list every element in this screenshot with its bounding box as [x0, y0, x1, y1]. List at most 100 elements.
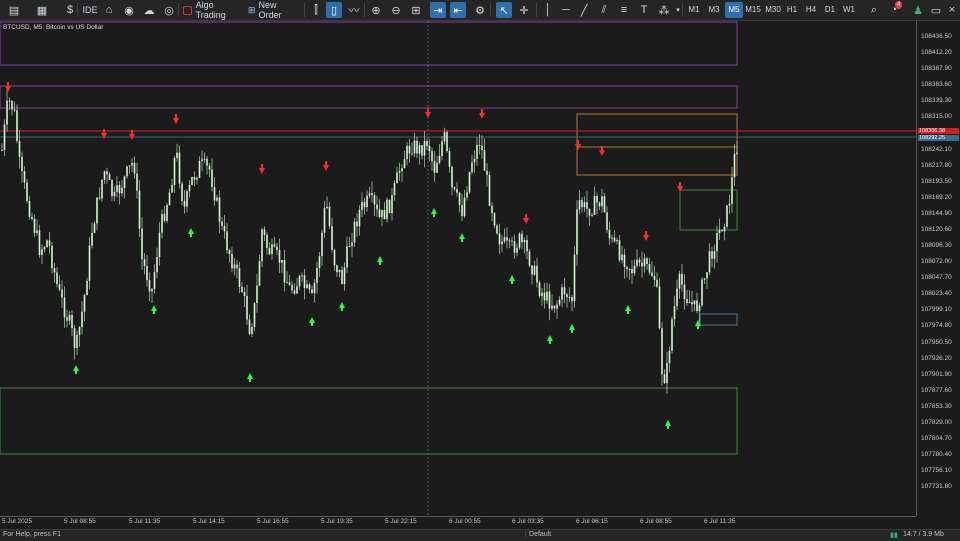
grid-icon[interactable]: ⊞: [408, 2, 424, 18]
candle-body: [576, 209, 578, 255]
market-icon[interactable]: $: [62, 2, 78, 18]
close-chart-icon[interactable]: ×: [944, 2, 960, 18]
buy-arrow: [665, 420, 671, 429]
price-label: 108387.90: [921, 65, 952, 73]
candle-body: [58, 284, 61, 290]
fibonacci-icon[interactable]: ≡: [616, 2, 632, 18]
timeframe-m3[interactable]: M3: [705, 2, 723, 18]
candle-body: [213, 186, 216, 201]
candle-body: [281, 260, 283, 263]
signal-icon[interactable]: ◉: [121, 2, 137, 18]
zoom-out-icon[interactable]: ⊖: [388, 2, 404, 18]
vps-icon[interactable]: ◎: [161, 2, 177, 18]
time-label: 5 Jul 14:15: [193, 518, 225, 525]
timeframe-m30[interactable]: M30: [763, 2, 783, 18]
ask-price-tag: 108292.25: [918, 135, 959, 141]
chart-type-icon[interactable]: ▤: [6, 2, 22, 18]
candle-body: [246, 296, 248, 320]
candle-body: [603, 196, 606, 213]
shapes-dropdown-icon[interactable]: ▾: [670, 2, 686, 18]
zone-rectangle: [699, 313, 738, 326]
time-axis[interactable]: 5 Jul 2025 5 Jul 08:55 5 Jul 11:35 5 Jul 14…: [0, 516, 916, 529]
candle-body: [243, 291, 246, 297]
candle-body: [151, 288, 153, 292]
candle-body: [678, 273, 681, 289]
candle-body: [123, 176, 126, 188]
candle-body: [568, 296, 571, 298]
timeframe-w1[interactable]: W1: [840, 2, 858, 18]
bars-icon[interactable]: ⫿: [308, 2, 324, 18]
time-label: 5 Jul 08:55: [64, 518, 96, 525]
candle-body: [128, 165, 131, 167]
search-icon[interactable]: ⌕: [866, 2, 882, 18]
bag-icon[interactable]: ⌂: [101, 2, 117, 18]
candle-body: [418, 145, 421, 154]
price-chart[interactable]: [0, 21, 916, 516]
candles-icon[interactable]: ▯: [326, 2, 342, 18]
candle-body: [168, 192, 171, 206]
candle-body: [398, 171, 401, 173]
candle-body: [646, 258, 648, 264]
channel-icon[interactable]: ⫽: [596, 2, 612, 18]
window-icon[interactable]: ▭: [928, 2, 944, 18]
crosshair-icon[interactable]: ✛: [516, 2, 532, 18]
templates-icon[interactable]: ▦: [34, 2, 50, 18]
candle-body: [723, 226, 726, 232]
candle-body: [543, 292, 546, 301]
indicators-icon[interactable]: ⚙: [472, 2, 488, 18]
algo-trading-button[interactable]: Algo Trading: [183, 0, 243, 20]
candle-body: [623, 254, 626, 267]
trendline-icon[interactable]: ╱: [576, 2, 592, 18]
candle-body: [493, 213, 496, 226]
new-order-button[interactable]: ⊞ New Order: [248, 0, 300, 20]
timeframe-m5[interactable]: M5: [725, 2, 743, 18]
buy-arrow: [309, 317, 315, 326]
candle-body: [553, 305, 556, 309]
timeframe-d1[interactable]: D1: [821, 2, 839, 18]
price-label: 108096.30: [921, 242, 952, 250]
text-icon[interactable]: T: [636, 2, 652, 18]
candle-body: [181, 183, 183, 201]
candle-body: [31, 216, 33, 219]
cursor-icon[interactable]: ↖: [496, 2, 512, 18]
account-icon[interactable]: ♟: [910, 2, 926, 18]
timeframe-m1[interactable]: M1: [685, 2, 703, 18]
autoscroll-icon[interactable]: ⇥: [430, 2, 446, 18]
candle-body: [346, 246, 348, 268]
ide-button[interactable]: IDE: [82, 2, 98, 18]
time-label: 6 Jul 00:55: [449, 518, 481, 525]
candle-body: [638, 259, 641, 263]
time-label: 6 Jul 11:35: [704, 518, 736, 525]
timeframe-h1[interactable]: H1: [783, 2, 801, 18]
timeframe-h4[interactable]: H4: [802, 2, 820, 18]
zone-rectangle: [679, 189, 738, 231]
candle-body: [298, 275, 301, 287]
candle-body: [593, 195, 596, 215]
notifications-icon[interactable]: ◔ 4: [886, 1, 903, 18]
price-axis[interactable]: 108436.50 108412.20 108387.90 108363.60 1083…: [916, 21, 960, 516]
connection-status[interactable]: 14.7 / 3.9 Mb: [903, 531, 944, 538]
candle-body: [83, 295, 86, 312]
candle-body: [386, 199, 388, 220]
candle-body: [446, 132, 448, 151]
zoom-in-icon[interactable]: ⊕: [368, 2, 384, 18]
zone-rectangle: [576, 113, 738, 176]
candle-body: [251, 326, 253, 335]
candle-body: [36, 230, 38, 233]
candle-body: [13, 109, 16, 111]
candle-body: [628, 268, 631, 270]
price-label: 107780.40: [921, 451, 952, 459]
vertical-line-icon[interactable]: │: [540, 2, 556, 18]
chart-shift-icon[interactable]: ⇤: [450, 2, 466, 18]
time-label: 5 Jul 11:35: [129, 518, 161, 525]
cloud-icon[interactable]: ☁: [141, 2, 157, 18]
candle-body: [208, 165, 211, 170]
candle-body: [696, 300, 698, 312]
horizontal-line-icon[interactable]: ─: [558, 2, 574, 18]
candle-body: [221, 221, 223, 226]
candle-body: [21, 156, 23, 172]
line-chart-icon[interactable]: 〰: [346, 2, 362, 18]
price-label: 108047.70: [921, 274, 952, 282]
timeframe-m15[interactable]: M15: [743, 2, 763, 18]
candle-body: [371, 193, 373, 196]
